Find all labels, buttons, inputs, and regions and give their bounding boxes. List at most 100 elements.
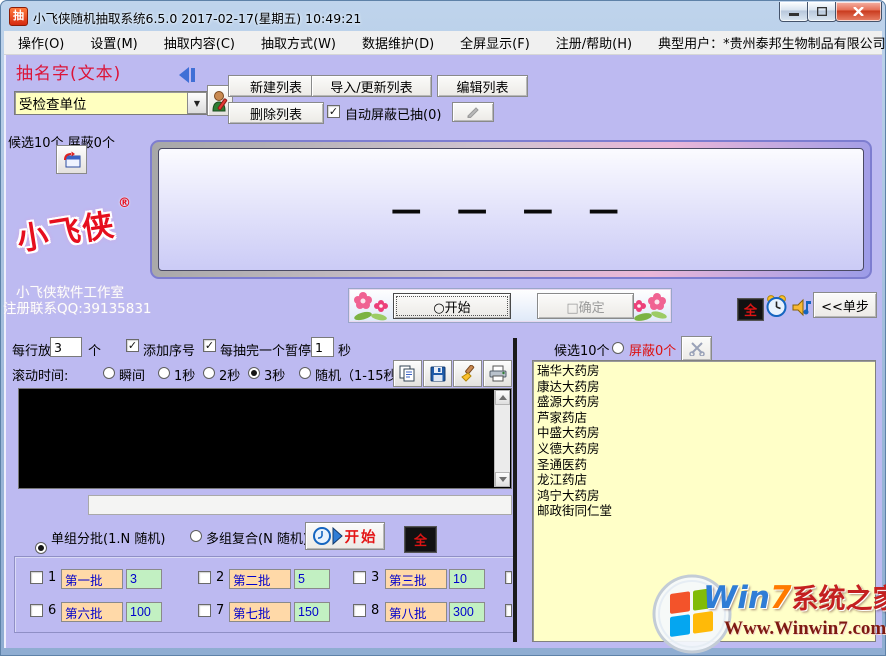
maximize-button[interactable] xyxy=(807,2,837,22)
batch-count-1[interactable] xyxy=(126,569,162,589)
scrollbar[interactable] xyxy=(494,390,510,487)
blocked-radio[interactable] xyxy=(612,342,624,354)
batch-checkbox-6[interactable] xyxy=(30,604,43,617)
single-step-button[interactable]: <<单步 xyxy=(813,292,877,318)
list-item[interactable]: 芦家药店 xyxy=(537,410,871,426)
batch-name-6[interactable] xyxy=(61,602,123,622)
status-input[interactable] xyxy=(88,495,512,515)
window-title: 小飞侠随机抽取系统6.5.0 2017-02-17(星期五) 10:49:21 xyxy=(33,8,361,27)
window-arrow-icon xyxy=(62,151,82,169)
batch-checkbox-8[interactable] xyxy=(353,604,366,617)
copy-icon xyxy=(399,365,416,382)
copy-button[interactable] xyxy=(393,360,422,387)
batch-count-8[interactable] xyxy=(449,602,485,622)
fullscreen-toggle-icon-2[interactable]: 全 xyxy=(404,526,437,553)
batch-start-button[interactable]: 开始 xyxy=(305,522,385,550)
batch-checkbox-3[interactable] xyxy=(353,571,366,584)
pause-seconds-input[interactable] xyxy=(311,337,334,357)
list-item[interactable]: 鸿宁大药房 xyxy=(537,488,871,504)
batch-start-label: 开始 xyxy=(345,526,378,547)
scroll-instant-radio[interactable] xyxy=(103,367,115,379)
delete-list-button[interactable]: 删除列表 xyxy=(228,102,324,124)
list-item[interactable]: 瑞华大药房 xyxy=(537,363,871,379)
save-button[interactable] xyxy=(423,360,452,387)
sound-icon[interactable] xyxy=(792,297,814,318)
batch-name-2[interactable] xyxy=(229,569,291,589)
list-item[interactable]: 义德大药房 xyxy=(537,441,871,457)
batch-no-2: 2 xyxy=(216,570,224,585)
list-item[interactable]: 康达大药房 xyxy=(537,379,871,395)
confirm-button[interactable]: □确定 xyxy=(537,293,634,319)
batch-name-8[interactable] xyxy=(385,602,447,622)
minimize-button[interactable] xyxy=(779,2,809,22)
new-list-button[interactable]: 新建列表 xyxy=(228,75,324,97)
list-item[interactable]: 邮政街同仁堂 xyxy=(537,503,871,519)
print-button[interactable] xyxy=(483,360,512,387)
scissors-icon xyxy=(689,342,705,356)
maximize-icon xyxy=(817,7,827,16)
auto-block-checkbox[interactable] xyxy=(327,105,340,118)
send-to-screen-button[interactable] xyxy=(56,145,87,174)
close-button[interactable] xyxy=(835,2,882,22)
scroll-down-button[interactable] xyxy=(495,472,510,487)
batch-checkbox-4-clipped[interactable] xyxy=(505,571,512,584)
batch-count-2[interactable] xyxy=(294,569,330,589)
single-batch-label: 单组分批(1.N 随机) xyxy=(51,528,165,547)
title-bar[interactable]: 抽 小飞侠随机抽取系统6.5.0 2017-02-17(星期五) 10:49:2… xyxy=(0,0,886,31)
list-item[interactable]: 龙江药店 xyxy=(537,472,871,488)
menu-item-data[interactable]: 数据维护(D) xyxy=(362,33,434,52)
batch-no-8: 8 xyxy=(371,603,379,618)
scroll-instant-label: 瞬间 xyxy=(119,365,145,384)
batch-name-3[interactable] xyxy=(385,569,447,589)
quick-edit-button[interactable] xyxy=(452,102,494,122)
scroll-1s-radio[interactable] xyxy=(158,367,170,379)
multi-batch-radio[interactable] xyxy=(190,530,202,542)
batch-count-7[interactable] xyxy=(294,602,330,622)
result-textbox[interactable] xyxy=(18,388,512,489)
batch-count-3[interactable] xyxy=(449,569,485,589)
collapse-left-icon[interactable] xyxy=(176,66,198,84)
scroll-2s-radio[interactable] xyxy=(203,367,215,379)
menu-item-fullscreen[interactable]: 全屏显示(F) xyxy=(460,33,530,52)
fullscreen-toggle-icon[interactable]: 全 xyxy=(737,298,764,321)
scroll-3s-radio[interactable] xyxy=(248,367,260,379)
clear-button[interactable] xyxy=(453,360,482,387)
list-item[interactable]: 圣通医药 xyxy=(537,457,871,473)
timer-clock-icon[interactable] xyxy=(765,294,788,318)
add-index-checkbox[interactable] xyxy=(126,339,139,352)
start-button[interactable]: ○开始 xyxy=(393,293,511,319)
batch-checkbox-7[interactable] xyxy=(198,604,211,617)
menu-item-content[interactable]: 抽取内容(C) xyxy=(164,33,235,52)
chevron-down-icon[interactable]: ▼ xyxy=(187,92,207,114)
cut-button[interactable] xyxy=(681,336,712,361)
vertical-splitter[interactable] xyxy=(513,338,517,642)
menu-item-help[interactable]: 注册/帮助(H) xyxy=(556,33,632,52)
clock-play-icon xyxy=(313,526,343,546)
menu-bar: 操作(O) 设置(M) 抽取内容(C) 抽取方式(W) 数据维护(D) 全屏显示… xyxy=(4,31,882,55)
menu-item-operate[interactable]: 操作(O) xyxy=(18,33,64,52)
batch-count-6[interactable] xyxy=(126,602,162,622)
pause-checkbox[interactable] xyxy=(203,339,216,352)
batch-no-6: 6 xyxy=(48,603,56,618)
batch-name-1[interactable] xyxy=(61,569,123,589)
single-batch-radio[interactable] xyxy=(35,542,47,554)
menu-item-settings[interactable]: 设置(M) xyxy=(90,33,137,52)
draw-display-inner: — — — — xyxy=(158,148,864,271)
draw-display-panel: — — — — xyxy=(150,140,872,279)
import-list-button[interactable]: 导入/更新列表 xyxy=(311,75,432,97)
batch-checkbox-9-clipped[interactable] xyxy=(505,604,512,617)
app-icon: 抽 xyxy=(9,7,28,26)
scroll-2s-label: 2秒 xyxy=(219,365,240,384)
scroll-random-radio[interactable] xyxy=(299,367,311,379)
menu-item-method[interactable]: 抽取方式(W) xyxy=(261,33,336,52)
list-item[interactable]: 盛源大药房 xyxy=(537,394,871,410)
list-item[interactable]: 中盛大药房 xyxy=(537,425,871,441)
scroll-up-button[interactable] xyxy=(495,390,510,405)
edit-list-button[interactable]: 编辑列表 xyxy=(437,75,528,97)
per-row-input[interactable] xyxy=(50,337,82,357)
list-select[interactable]: 受检查单位 ▼ xyxy=(14,91,209,115)
save-icon xyxy=(430,366,446,382)
batch-name-7[interactable] xyxy=(229,602,291,622)
batch-checkbox-2[interactable] xyxy=(198,571,211,584)
batch-checkbox-1[interactable] xyxy=(30,571,43,584)
